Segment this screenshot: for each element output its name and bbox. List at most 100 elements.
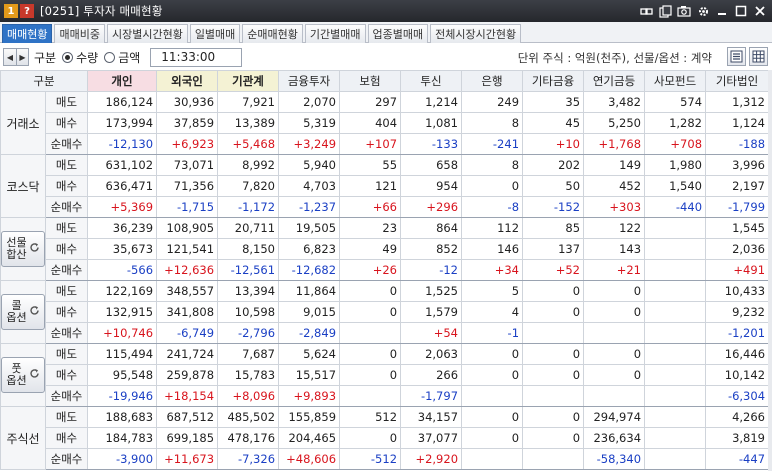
value-cell	[644, 238, 707, 260]
table-row[interactable]: 주식선 매도 188,683 687,512 485,502 155,859 512 34,1…	[0, 406, 770, 470]
tab-trade-status[interactable]: 매매현황	[2, 24, 53, 43]
maximize-icon[interactable]	[733, 3, 749, 19]
value-cell: 478,176	[217, 427, 280, 449]
value-cell: +21	[583, 259, 646, 281]
value-cell: 0	[583, 280, 646, 302]
table-row[interactable]: 코스닥 매도 631,102 73,071 8,992 5,940 55 658 8 202 149…	[0, 154, 770, 218]
header-other-corp[interactable]: 기타법인	[705, 70, 770, 92]
tab-all-market-time[interactable]: 전체시장시간현황	[430, 24, 522, 43]
value-cell: 2,197	[705, 175, 770, 197]
row-label: 순매수	[44, 196, 89, 218]
header-institution[interactable]: 기관계	[217, 70, 280, 92]
table-row[interactable]: 매수 95,548 259,878 15,783 15,517 0 266 0 0 0 10,142	[1, 364, 770, 386]
table-view-button[interactable]	[727, 47, 746, 66]
copy-icon[interactable]	[657, 3, 673, 19]
table-row[interactable]: 매수 184,783 699,185 478,176 204,465 0 37,077 0 0 2…	[1, 427, 770, 449]
value-cell: 204,465	[278, 427, 341, 449]
tab-bar: 매매현황 매매비중 시장별시간현황 일별매매 순매매현황 기간별매매 업종별매매…	[0, 22, 772, 43]
table-row[interactable]: 순매수 -3,900 +11,673 -7,326 +48,606 -512 +2,920 -…	[1, 448, 770, 470]
group-label-cell[interactable]: 선물 합산	[0, 217, 46, 281]
value-cell: 0	[522, 364, 585, 386]
value-cell	[522, 385, 585, 407]
gear-icon[interactable]	[695, 3, 711, 19]
value-cell: 852	[400, 238, 463, 260]
table-row[interactable]: 매수 636,471 71,356 7,820 4,703 121 954 0 50 452 1,5…	[1, 175, 770, 197]
value-cell: 149	[583, 154, 646, 176]
value-cell: -12	[400, 259, 463, 281]
header-investment-trust[interactable]: 투신	[400, 70, 463, 92]
group-label-cell[interactable]: 콜 옵션	[0, 280, 46, 344]
vertical-scrollbar[interactable]	[768, 70, 772, 471]
value-cell: 10,598	[217, 301, 280, 323]
gubun-label: 구분	[34, 50, 57, 65]
header-individual[interactable]: 개인	[87, 70, 158, 92]
help-button[interactable]: ?	[20, 4, 34, 18]
value-cell: +3,249	[278, 133, 341, 155]
value-cell: 122	[583, 217, 646, 239]
value-cell	[644, 301, 707, 323]
table-row[interactable]: 콜 옵션 매도 122,169 348,557 13,394 11,864 0 1,525 5 0…	[0, 280, 770, 344]
close-icon[interactable]	[752, 3, 768, 19]
radio-quantity[interactable]: 수량	[62, 49, 98, 66]
value-cell: 5	[461, 280, 524, 302]
value-cell: 20,711	[217, 217, 280, 239]
tab-sector-trade[interactable]: 업종별매매	[367, 24, 429, 43]
link-icon[interactable]	[638, 3, 654, 19]
next-arrow-icon[interactable]: ▶	[16, 49, 28, 65]
value-cell: 137	[522, 238, 585, 260]
table-row[interactable]: 순매수 +10,746 -6,749 -2,796 -2,849 +54 -1 -1,201	[1, 322, 770, 344]
prev-arrow-icon[interactable]: ◀	[4, 49, 16, 65]
table-row[interactable]: 매수 132,915 341,808 10,598 9,015 0 1,579 4 0 0 9,23…	[1, 301, 770, 323]
value-cell: 4,266	[705, 406, 770, 428]
nav-buttons: ◀ ▶	[3, 48, 29, 66]
table-row[interactable]: 매수 35,673 121,541 8,150 6,823 49 852 146 137 143 2…	[1, 238, 770, 260]
time-input[interactable]: 11:33:00	[150, 47, 243, 67]
value-cell: +491	[705, 259, 770, 281]
tab-trade-ratio[interactable]: 매매비중	[54, 24, 105, 43]
value-cell: 2,063	[400, 343, 463, 365]
value-cell: 954	[400, 175, 463, 197]
header-private-fund[interactable]: 사모펀드	[644, 70, 707, 92]
group-toggle-button[interactable]: 선물 합산	[1, 231, 45, 267]
tab-period-trade[interactable]: 기간별매매	[304, 24, 366, 43]
value-cell: 7,820	[217, 175, 280, 197]
value-cell: 0	[461, 343, 524, 365]
value-cell: 173,994	[87, 112, 158, 134]
group-label: 콜 옵션	[6, 299, 27, 324]
table-row[interactable]: 순매수 -12,130 +6,923 +5,468 +3,249 +107 -133 -241…	[1, 133, 770, 155]
table-row[interactable]: 거래소 매도 186,124 30,936 7,921 2,070 297 1,214 249 3…	[0, 91, 770, 155]
header-foreigner[interactable]: 외국인	[156, 70, 219, 92]
value-cell: 73,071	[156, 154, 219, 176]
value-cell	[339, 322, 402, 344]
header-pension[interactable]: 연기금등	[583, 70, 646, 92]
radio-amount[interactable]: 금액	[104, 49, 140, 66]
group-label-cell[interactable]: 풋 옵션	[0, 343, 46, 407]
screen-number-badge[interactable]: 1	[4, 4, 18, 18]
value-cell: 3,482	[583, 91, 646, 113]
value-cell: 0	[461, 427, 524, 449]
camera-icon[interactable]	[676, 3, 692, 19]
grid-view-button[interactable]	[749, 47, 768, 66]
tab-market-time[interactable]: 시장별시간현황	[106, 24, 188, 43]
group-toggle-button[interactable]: 콜 옵션	[1, 294, 45, 330]
value-cell: 7,921	[217, 91, 280, 113]
table-row[interactable]: 매수 173,994 37,859 13,389 5,319 404 1,081 8 45 5,2…	[1, 112, 770, 134]
header-financial-investment[interactable]: 금융투자	[278, 70, 341, 92]
table-row[interactable]: 순매수 +5,369 -1,715 -1,172 -1,237 +66 +296 -8 -152…	[1, 196, 770, 218]
value-cell: -241	[461, 133, 524, 155]
header-other-finance[interactable]: 기타금융	[522, 70, 585, 92]
group-toggle-button[interactable]: 풋 옵션	[1, 357, 45, 393]
header-gubun[interactable]: 구분	[0, 70, 89, 92]
minimize-icon[interactable]	[714, 3, 730, 19]
table-row[interactable]: 순매수 -19,946 +18,154 +8,096 +9,893 -1,797 -6,30…	[1, 385, 770, 407]
tab-daily-trade[interactable]: 일별매매	[189, 24, 241, 43]
table-row[interactable]: 순매수 -566 +12,636 -12,561 -12,682 +26 -12 +34 +52…	[1, 259, 770, 281]
value-cell: 8	[461, 112, 524, 134]
table-row[interactable]: 선물 합산 매도 36,239 108,905 20,711 19,505 23 864 112…	[0, 217, 770, 281]
table-row[interactable]: 풋 옵션 매도 115,494 241,724 7,687 5,624 0 2,063 0 0 0 1…	[0, 343, 770, 407]
grid-body: 거래소 매도 186,124 30,936 7,921 2,070 297 1,214 249 3…	[0, 91, 770, 470]
header-insurance[interactable]: 보험	[339, 70, 402, 92]
tab-net-trade[interactable]: 순매매현황	[242, 24, 303, 43]
value-cell: 188,683	[87, 406, 158, 428]
header-bank[interactable]: 은행	[461, 70, 524, 92]
